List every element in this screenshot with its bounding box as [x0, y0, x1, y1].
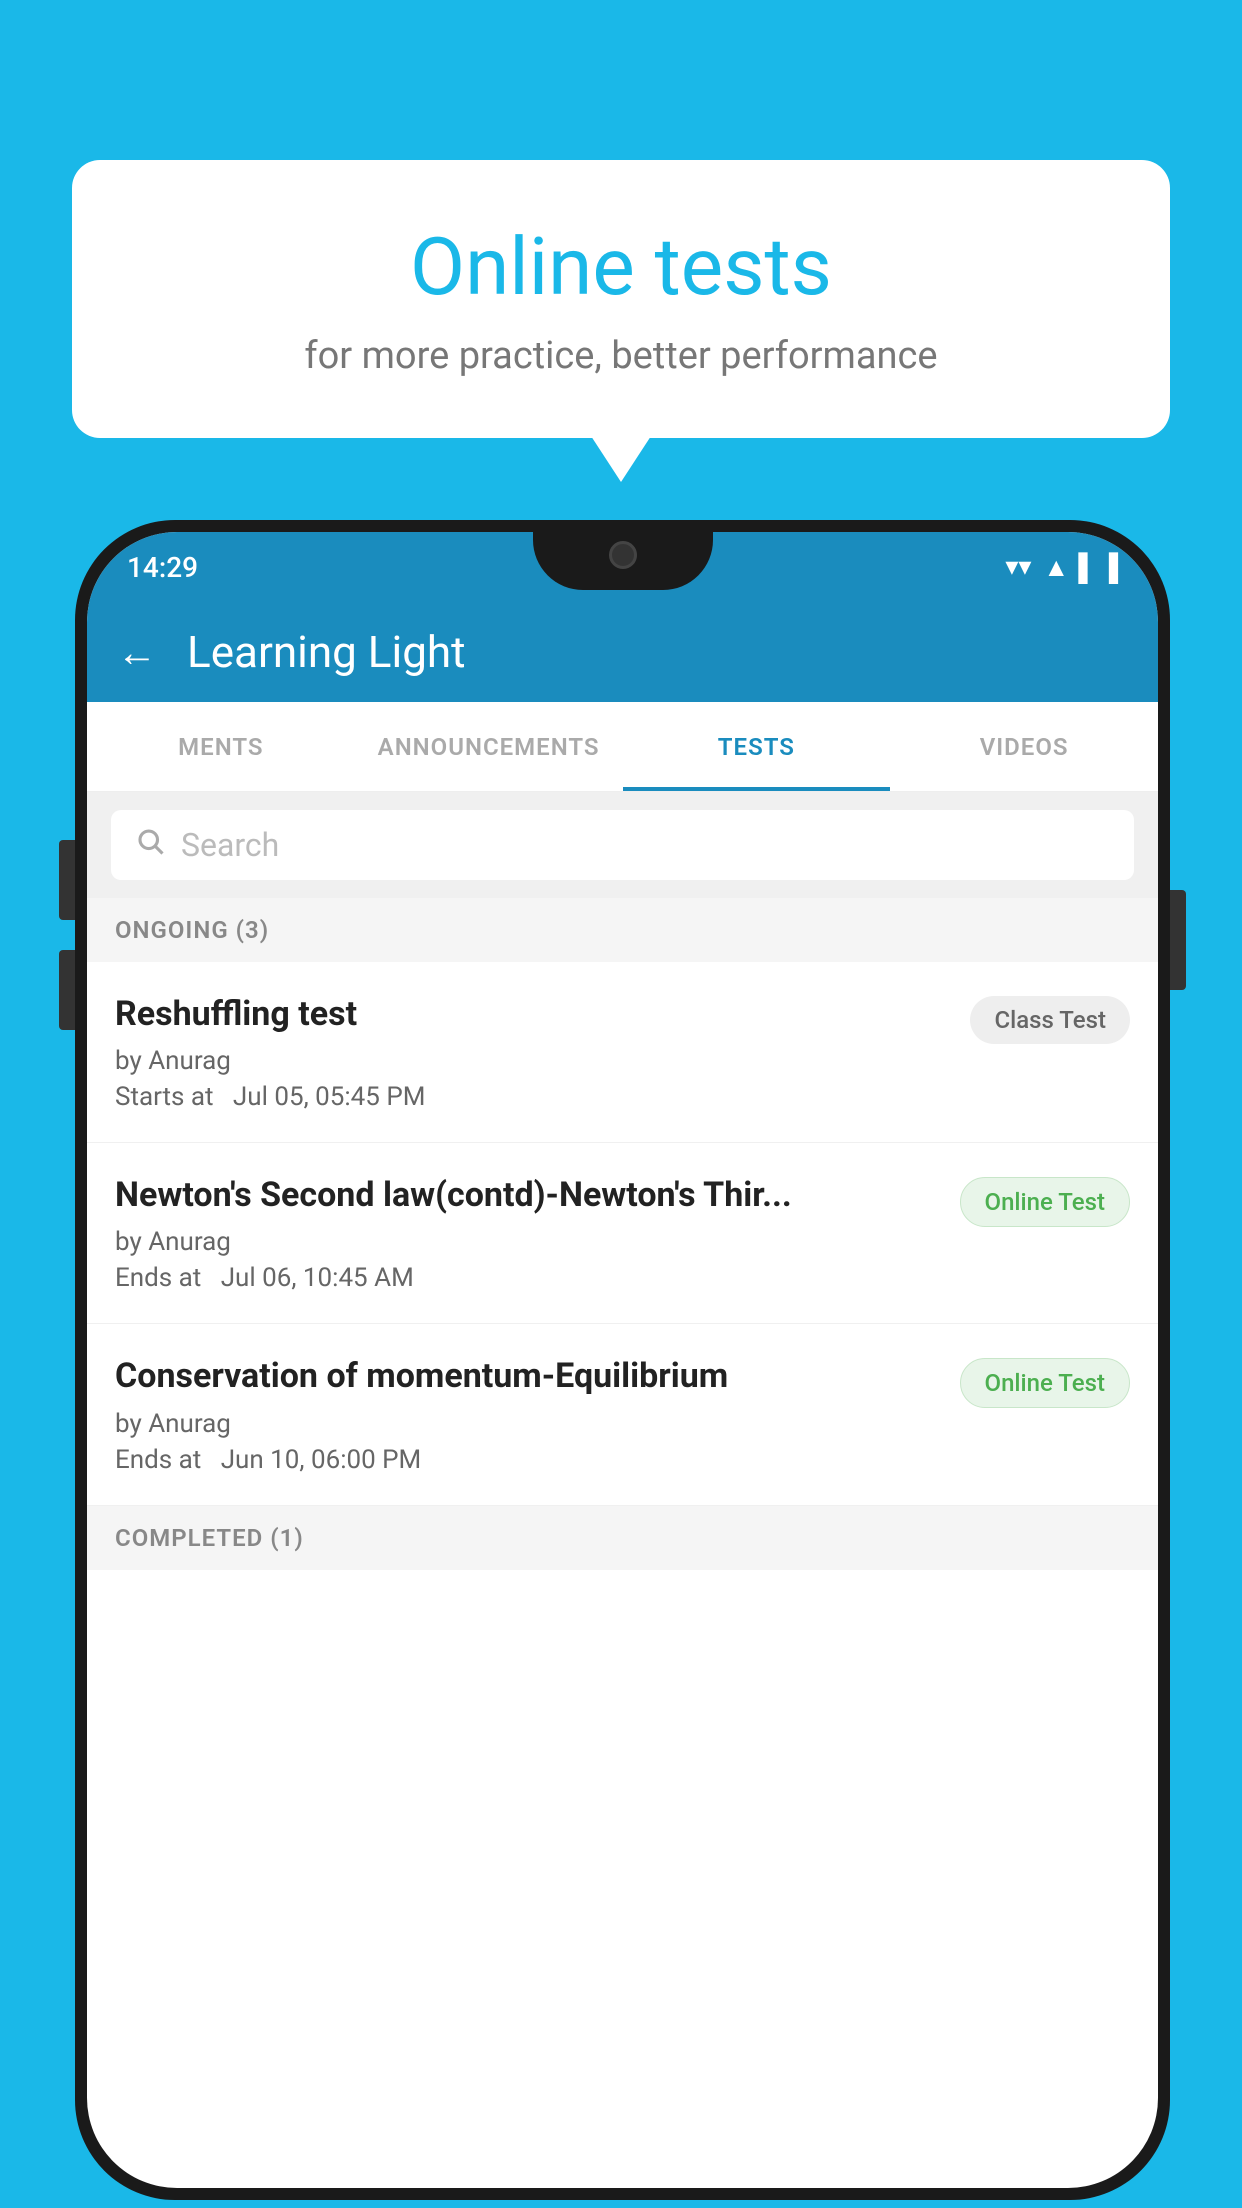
search-input-wrap[interactable]: Search — [111, 810, 1134, 880]
test-time: Starts at Jul 05, 05:45 PM — [115, 1082, 950, 1112]
tab-announcements[interactable]: ANNOUNCEMENTS — [355, 702, 623, 791]
app-header: ← Learning Light — [87, 602, 1158, 702]
test-info: Conservation of momentum-Equilibrium by … — [115, 1354, 960, 1474]
test-author: by Anurag — [115, 1227, 940, 1257]
wifi-icon: ▾▾ — [1005, 552, 1031, 582]
tab-videos[interactable]: VIDEOS — [890, 702, 1158, 791]
test-item[interactable]: Conservation of momentum-Equilibrium by … — [87, 1324, 1158, 1505]
test-title: Reshuffling test — [115, 992, 950, 1036]
test-author: by Anurag — [115, 1409, 940, 1439]
phone-frame: 14:29 ▾▾ ▲▐ ▐ ← Learning Light MENTS ANN… — [75, 520, 1170, 2200]
volume-up-button — [59, 840, 75, 920]
battery-icon: ▐ — [1100, 552, 1118, 583]
search-icon — [135, 826, 165, 864]
ongoing-section-header: ONGOING (3) — [87, 898, 1158, 962]
test-list: Reshuffling test by Anurag Starts at Jul… — [87, 962, 1158, 1506]
status-icons: ▾▾ ▲▐ ▐ — [1005, 552, 1118, 583]
speech-bubble-subtitle: for more practice, better performance — [122, 334, 1120, 378]
status-time: 14:29 — [127, 551, 198, 584]
app-title: Learning Light — [187, 626, 466, 678]
test-title: Newton's Second law(contd)-Newton's Thir… — [115, 1173, 940, 1217]
ongoing-section-label: ONGOING (3) — [115, 916, 269, 944]
search-placeholder: Search — [181, 826, 279, 864]
online-test-badge: Online Test — [960, 1177, 1130, 1227]
test-author: by Anurag — [115, 1046, 950, 1076]
speech-bubble-title: Online tests — [122, 220, 1120, 314]
test-time: Ends at Jun 10, 06:00 PM — [115, 1445, 940, 1475]
power-button — [1170, 890, 1186, 990]
tab-ments[interactable]: MENTS — [87, 702, 355, 791]
test-time: Ends at Jul 06, 10:45 AM — [115, 1263, 940, 1293]
completed-section-label: COMPLETED (1) — [115, 1524, 304, 1552]
tab-tests[interactable]: TESTS — [623, 702, 891, 791]
phone-notch — [533, 520, 713, 590]
speech-bubble-container: Online tests for more practice, better p… — [72, 160, 1170, 438]
completed-section-header: COMPLETED (1) — [87, 1506, 1158, 1570]
test-info: Newton's Second law(contd)-Newton's Thir… — [115, 1173, 960, 1293]
test-info: Reshuffling test by Anurag Starts at Jul… — [115, 992, 970, 1112]
phone-screen: 14:29 ▾▾ ▲▐ ▐ ← Learning Light MENTS ANN… — [87, 532, 1158, 2188]
test-item[interactable]: Reshuffling test by Anurag Starts at Jul… — [87, 962, 1158, 1143]
front-camera — [609, 541, 637, 569]
volume-down-button — [59, 950, 75, 1030]
signal-icon: ▲▐ — [1043, 552, 1087, 583]
speech-bubble: Online tests for more practice, better p… — [72, 160, 1170, 438]
test-item[interactable]: Newton's Second law(contd)-Newton's Thir… — [87, 1143, 1158, 1324]
class-test-badge: Class Test — [970, 996, 1130, 1044]
test-title: Conservation of momentum-Equilibrium — [115, 1354, 940, 1398]
search-container: Search — [87, 792, 1158, 898]
online-test-badge: Online Test — [960, 1358, 1130, 1408]
back-button[interactable]: ← — [117, 629, 157, 676]
tabs-bar: MENTS ANNOUNCEMENTS TESTS VIDEOS — [87, 702, 1158, 792]
